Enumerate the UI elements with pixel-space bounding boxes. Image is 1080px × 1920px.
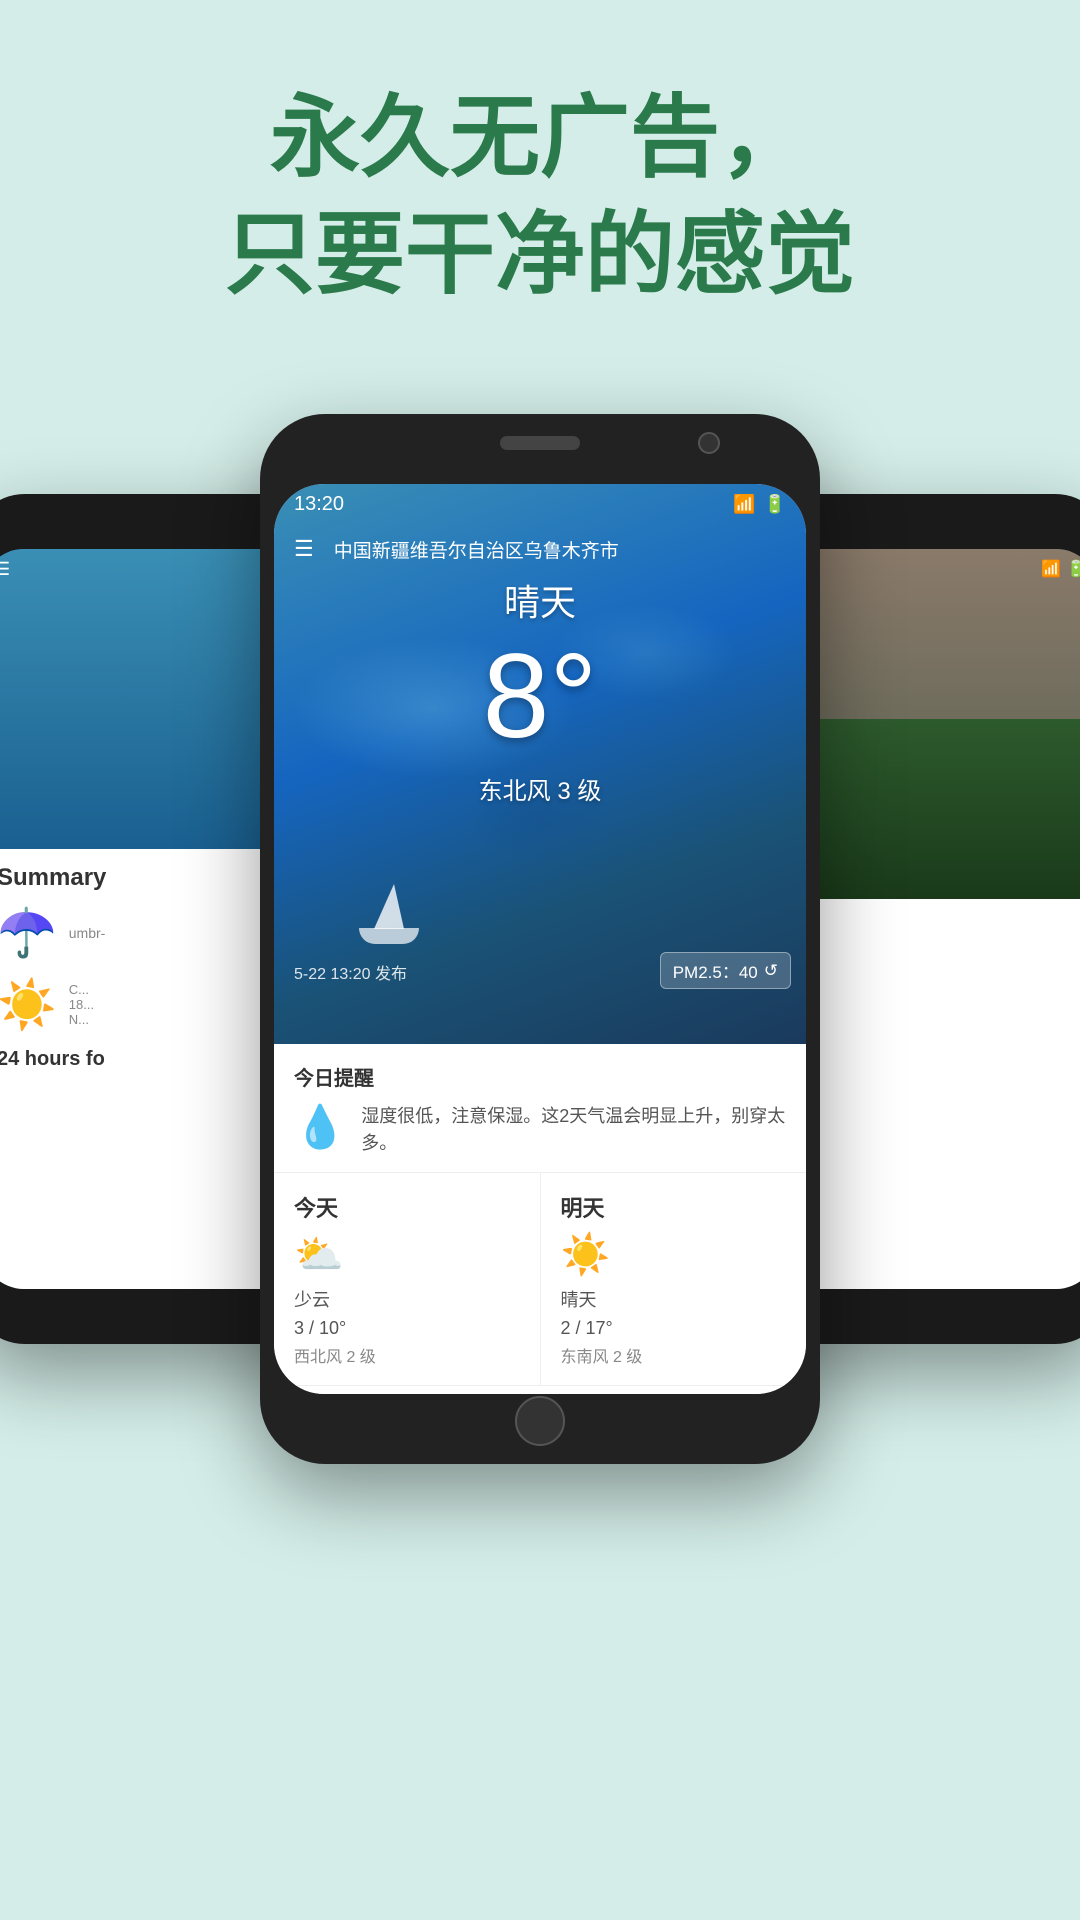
today-wind: 西北风 2 级	[294, 1343, 520, 1367]
tomorrow-forecast: 明天 ☀️ 晴天 2 / 17° 东南风 2 级	[541, 1173, 807, 1385]
left-weather-info: C...	[69, 982, 94, 997]
hero-section: 永久无广告， 只要干净的感觉	[0, 0, 1080, 354]
weather-background: 13:20 📶 🔋 ☰ 中国新疆维吾尔自治区乌鲁木齐市 晴天 8° 东北风 3 …	[274, 484, 806, 1044]
phones-container: ☰ Summary ☂️ umbr- ☀️	[0, 374, 1080, 1824]
pm25-text: PM2.5：40	[673, 958, 758, 983]
location-label: 中国新疆维吾尔自治区乌鲁木齐市	[334, 536, 619, 563]
today-reminder: 今日提醒 💧 湿度很低，注意保湿。这2天气温会明显上升，别穿太多。	[274, 1044, 806, 1173]
weather-temperature: 8°	[274, 636, 806, 756]
weather-condition: 晴天	[274, 574, 806, 626]
right-wifi-icon: 📶	[1041, 559, 1061, 579]
status-time: 13:20	[294, 493, 344, 516]
left-umbr-label: umbr-	[69, 925, 106, 941]
hero-line2: 只要干净的感觉	[0, 197, 1080, 314]
center-phone-home[interactable]	[515, 1396, 565, 1446]
water-drop-icon: 💧	[294, 1103, 346, 1152]
hourly-section: 24 小时预报 现在 ☀️ 14:00 ☀️ 15:00 ☀️ 16:00 ☀️…	[274, 1386, 806, 1394]
content-area: 今日提醒 💧 湿度很低，注意保湿。这2天气温会明显上升，别穿太多。 今天 ⛅ 少…	[274, 1044, 806, 1394]
publish-time: 5-22 13:20 发布	[294, 960, 407, 984]
right-pm25-value: 47	[1041, 1091, 1059, 1108]
forecast-row: 今天 ⛅ 少云 3 / 10° 西北风 2 级 明天 ☀️ 晴天 2 / 17°…	[274, 1173, 806, 1386]
boat-sail	[374, 884, 404, 929]
reminder-title: 今日提醒	[294, 1062, 786, 1091]
center-phone-screen: 13:20 📶 🔋 ☰ 中国新疆维吾尔自治区乌鲁木齐市 晴天 8° 东北风 3 …	[274, 484, 806, 1394]
pm25-badge: PM2.5：40 ↺	[660, 952, 791, 989]
umbrella-icon: ☂️	[0, 904, 57, 961]
boat-illustration	[354, 884, 434, 944]
center-phone-camera	[698, 432, 720, 454]
battery-icon: 🔋	[764, 494, 786, 515]
pm25-refresh-icon[interactable]: ↺	[764, 961, 778, 981]
tomorrow-condition: 晴天	[561, 1286, 787, 1312]
boat-hull	[359, 928, 419, 944]
tomorrow-temp: 2 / 17°	[561, 1318, 787, 1339]
right-status-icons: 📶 🔋	[1041, 559, 1080, 579]
reminder-text: 湿度很低，注意保湿。这2天气温会明显上升，别穿太多。	[361, 1103, 786, 1157]
today-label: 今天	[294, 1191, 520, 1223]
reminder-content-row: 💧 湿度很低，注意保湿。这2天气温会明显上升，别穿太多。	[294, 1103, 786, 1157]
left-nav-icon: ☰	[0, 559, 10, 580]
today-temp: 3 / 10°	[294, 1318, 520, 1339]
menu-icon[interactable]: ☰	[294, 536, 314, 562]
tomorrow-label: 明天	[561, 1191, 787, 1223]
status-icons-group: 📶 🔋	[733, 494, 786, 515]
weather-main: 晴天 8° 东北风 3 级	[274, 574, 806, 806]
phone-center: 13:20 📶 🔋 ☰ 中国新疆维吾尔自治区乌鲁木齐市 晴天 8° 东北风 3 …	[260, 414, 820, 1464]
wifi-icon: 📶	[733, 494, 755, 515]
right-pm25-icon: ↺	[1064, 1091, 1077, 1108]
status-bar: 13:20 📶 🔋	[274, 484, 806, 524]
nav-bar: ☰ 中国新疆维吾尔自治区乌鲁木齐市	[274, 524, 806, 574]
right-battery-icon: 🔋	[1066, 559, 1080, 579]
weather-wind: 东北风 3 级	[274, 771, 806, 806]
hero-line1: 永久无广告，	[0, 80, 1080, 197]
tomorrow-wind: 东南风 2 级	[561, 1343, 787, 1367]
tomorrow-icon: ☀️	[561, 1231, 787, 1278]
today-condition: 少云	[294, 1286, 520, 1312]
sun-icon: ☀️	[0, 976, 57, 1033]
right-pm25-badge: 47 ↺	[1030, 1084, 1080, 1114]
today-forecast: 今天 ⛅ 少云 3 / 10° 西北风 2 级	[274, 1173, 541, 1385]
center-phone-speaker	[500, 436, 580, 450]
today-icon: ⛅	[294, 1231, 520, 1278]
